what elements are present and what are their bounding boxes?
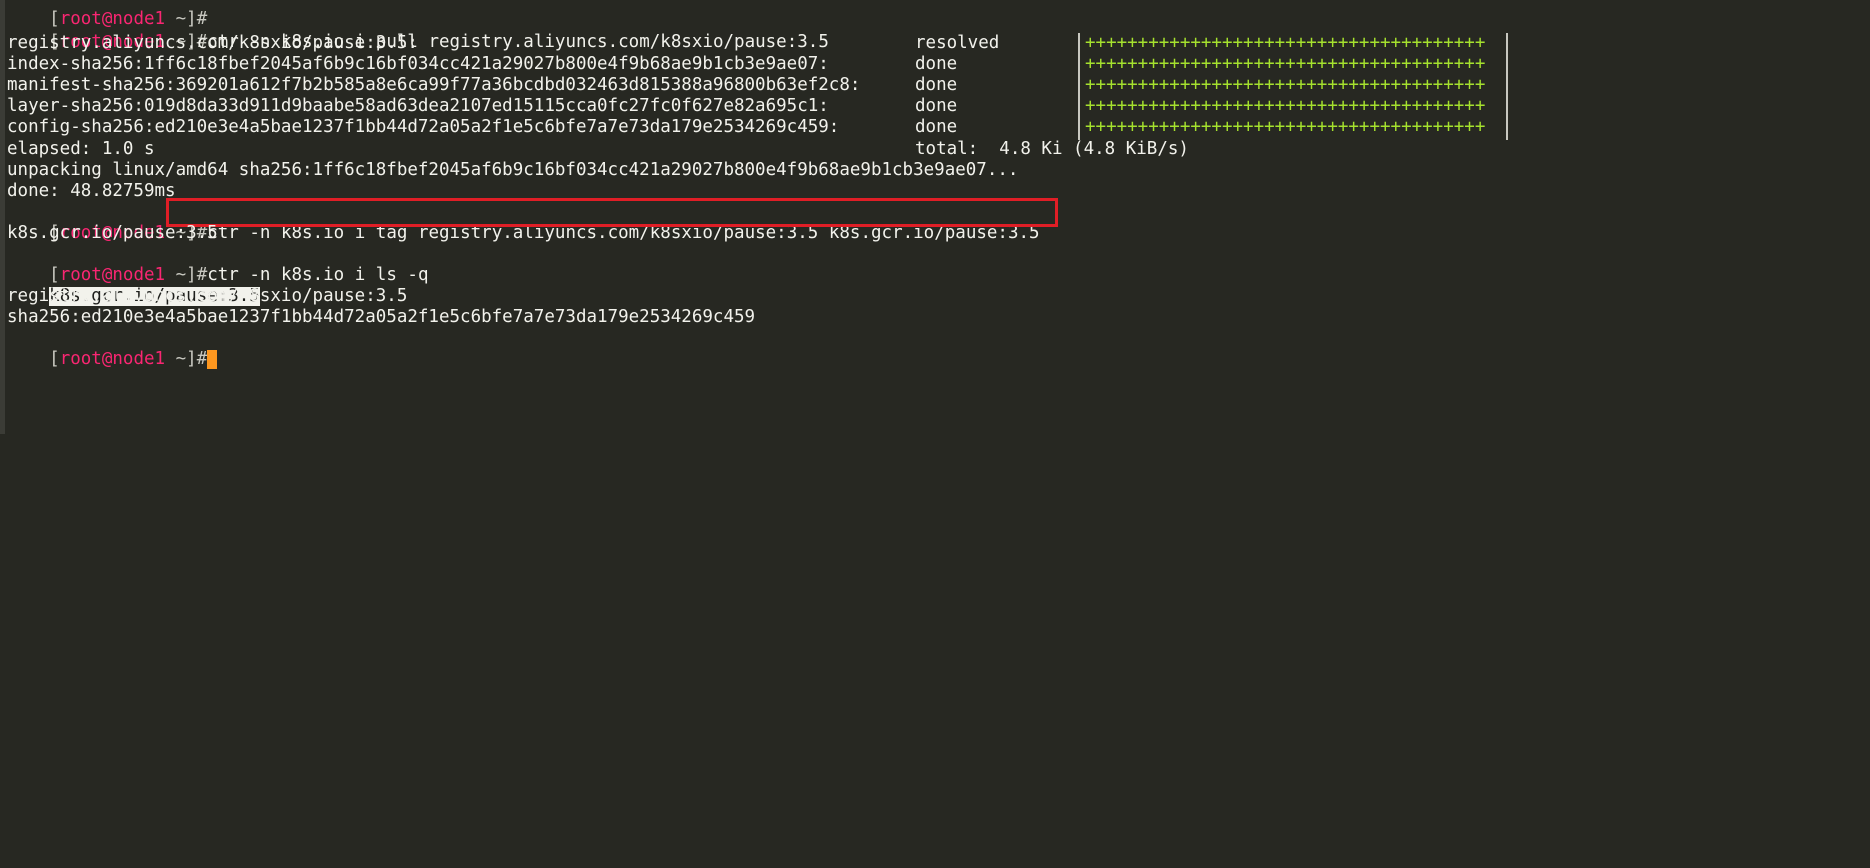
tag-output-line: k8s.gcr.io/pause:3.5 (7, 223, 218, 243)
prompt-user-host: root@node1 (59, 349, 166, 369)
progress-bar-left-border (1078, 33, 1080, 140)
pull-status: done (915, 75, 958, 95)
prompt-cwd: ~ (165, 349, 187, 369)
prompt-open-bracket: [ (49, 349, 60, 369)
progress-bar: ++++++++++++++++++++++++++++++++++++++ (1085, 96, 1486, 116)
terminal-window[interactable]: [root@node1 ~]# [root@node1 ~]#ctr -n k8… (0, 0, 1870, 434)
pull-output-row: layer-sha256:019d8da33d911d9baabe58ad63d… (7, 96, 1867, 117)
pull-ref: registry.aliyuncs.com/k8sxio/pause:3.5: (7, 33, 418, 53)
total-text: total: 4.8 Ki (4.8 KiB/s) (915, 139, 1189, 159)
prompt-line-current: [root@node1 ~]# (7, 328, 218, 369)
pull-ref: config-sha256:ed210e3e4a5bae1237f1bb44d7… (7, 117, 840, 137)
unpacking-line: unpacking linux/amd64 sha256:1ff6c18fbef… (7, 160, 1019, 180)
done-line: done: 48.82759ms (7, 181, 176, 201)
progress-bar-right-border (1506, 33, 1508, 140)
pull-output-row: index-sha256:1ff6c18fbef2045af6b9c16bf03… (7, 54, 1867, 75)
ls-output-line: registry.aliyuncs.com/k8sxio/pause:3.5 (7, 286, 408, 306)
pull-ref: index-sha256:1ff6c18fbef2045af6b9c16bf03… (7, 54, 829, 74)
progress-bar: ++++++++++++++++++++++++++++++++++++++ (1085, 75, 1486, 95)
prompt-symbol: # (196, 349, 208, 369)
prompt-line-pull: [root@node1 ~]#ctr -n k8s.io i pull regi… (7, 11, 829, 52)
progress-bar: ++++++++++++++++++++++++++++++++++++++ (1085, 54, 1486, 74)
prompt-line-partial: [root@node1 ~]# (7, 0, 207, 29)
ls-output-line: k8s.gcr.io/pause:3.5 (7, 265, 260, 306)
pull-status: done (915, 54, 958, 74)
pull-output-row: registry.aliyuncs.com/k8sxio/pause:3.5: … (7, 33, 1867, 54)
pull-output-row: manifest-sha256:369201a612f7b2b585a8e6ca… (7, 75, 1867, 96)
pull-ref: manifest-sha256:369201a612f7b2b585a8e6ca… (7, 75, 861, 95)
prompt-line-ls: [root@node1 ~]#ctr -n k8s.io i ls -q (7, 244, 428, 285)
progress-bar: ++++++++++++++++++++++++++++++++++++++ (1085, 33, 1486, 53)
pull-status: done (915, 96, 958, 116)
pull-output-row: config-sha256:ed210e3e4a5bae1237f1bb44d7… (7, 117, 1867, 138)
pull-status: resolved (915, 33, 1000, 53)
prompt-close-bracket: ] (186, 349, 197, 369)
pull-ref: layer-sha256:019d8da33d911d9baabe58ad63d… (7, 96, 829, 116)
elapsed-line: elapsed: 1.0 s total: 4.8 Ki (4.8 KiB/s) (7, 139, 1867, 160)
elapsed-text: elapsed: 1.0 s (7, 139, 155, 159)
progress-bar: ++++++++++++++++++++++++++++++++++++++ (1085, 117, 1486, 137)
pull-status: done (915, 117, 958, 137)
tag-command-highlight-box (166, 198, 1058, 227)
terminal-cursor[interactable] (207, 350, 218, 369)
ls-output-line: sha256:ed210e3e4a5bae1237f1bb44d72a05a2f… (7, 307, 756, 327)
